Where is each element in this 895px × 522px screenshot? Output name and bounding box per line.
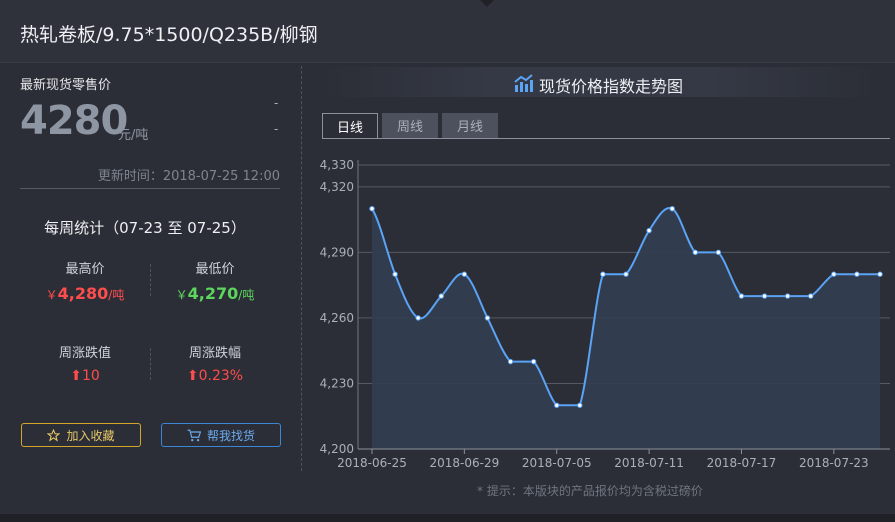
find-goods-button[interactable]: 帮我找货 [161, 423, 281, 447]
weekly-pct-value: ⬆0.23% [150, 368, 280, 384]
price-pct-placeholder: - [274, 122, 279, 136]
high-number: 4,280 [57, 284, 109, 303]
weekly-change-label: 周涨跌值 [58, 346, 111, 361]
data-point [461, 271, 468, 277]
weekly-high-value: ￥4,280/吨 [20, 284, 150, 303]
chart-title-text: 现货价格指数走势图 [539, 77, 684, 96]
add-favorite-label: 加入收藏 [66, 428, 115, 443]
bottom-bar [0, 514, 895, 522]
y-tick-label: 4,200 [320, 442, 354, 456]
header-notch [480, 0, 494, 7]
tab-daily[interactable]: 日线 [322, 113, 378, 138]
data-point [415, 315, 421, 321]
weekly-low-label: 最低价 [195, 262, 235, 277]
page-title: 热轧卷板/9.75*1500/Q235B/柳钢 [20, 24, 318, 46]
star-icon [47, 428, 61, 442]
retail-price-label: 最新现货零售价 [20, 78, 112, 93]
data-point [554, 402, 560, 409]
arrow-up-icon: ⬆ [70, 368, 82, 384]
data-point [831, 271, 837, 277]
data-point [738, 293, 745, 299]
y-tick-label: 4,260 [320, 311, 354, 325]
data-point [577, 402, 583, 409]
arrow-up-icon: ⬆ [186, 368, 199, 384]
header-bar: 热轧卷板/9.75*1500/Q235B/柳钢 [0, 0, 895, 63]
data-point [761, 293, 768, 299]
high-unit: /吨 [108, 288, 125, 302]
trend-chart-icon [514, 74, 533, 92]
panel-divider [20, 188, 280, 189]
data-point [484, 315, 491, 321]
tab-underline [322, 138, 890, 139]
data-point [669, 205, 675, 212]
tab-weekly[interactable]: 周线 [382, 113, 438, 138]
price-trend-chart: 4,200 4,230 4,260 4,290 4,320 4,330 2018-06-25… [320, 158, 890, 470]
x-tick-label: 2018-06-25 [337, 456, 407, 470]
chart-title: 现货价格指数走势图 [514, 73, 684, 97]
data-point [623, 271, 629, 277]
weekly-stats-title: 每周统计（07-23 至 07-25） [44, 219, 246, 237]
x-tick-label: 2018-06-29 [429, 456, 499, 470]
price-note: * 提示：本版块的产品报价均为含税过磅价 [477, 484, 703, 498]
data-point [784, 293, 791, 299]
low-unit: /吨 [238, 288, 255, 302]
retail-price-unit: 元/吨 [118, 128, 149, 143]
retail-price-value: 4280 [20, 98, 128, 144]
update-time: 更新时间：2018-07-25 12:00 [97, 169, 280, 184]
weekly-high-label: 最高价 [65, 262, 105, 277]
data-point [646, 227, 652, 234]
x-tick-label: 2018-07-23 [799, 456, 869, 470]
data-point [369, 205, 375, 212]
price-panel: 最新现货零售价 4280 元/吨 - - 更新时间：2018-07-25 12:… [0, 62, 300, 522]
find-goods-label: 帮我找货 [206, 428, 255, 443]
data-point [854, 271, 860, 277]
data-point [392, 271, 398, 277]
weekly-low-value: ￥4,270/吨 [150, 284, 280, 303]
tab-monthly[interactable]: 月线 [442, 113, 498, 138]
weekly-pct-label: 周涨跌幅 [188, 346, 241, 361]
data-point [600, 271, 606, 277]
low-currency: ￥ [175, 288, 188, 302]
x-tick-label: 2018-07-17 [707, 456, 777, 470]
y-tick-label: 4,330 [320, 158, 354, 172]
data-point [692, 249, 698, 256]
data-point [877, 271, 883, 277]
y-tick-label: 4,230 [320, 376, 354, 390]
data-point [808, 293, 814, 299]
data-point [507, 358, 514, 365]
low-number: 4,270 [187, 284, 239, 303]
data-point [530, 358, 537, 365]
weekly-change-value: ⬆10 [20, 368, 150, 384]
cart-icon [187, 429, 201, 441]
area-fill [372, 208, 880, 449]
x-tick-label: 2018-07-11 [614, 456, 684, 470]
change-number: 10 [81, 368, 100, 384]
y-tick-label: 4,290 [320, 245, 354, 259]
x-tick-label: 2018-07-05 [522, 456, 592, 470]
data-point [438, 293, 444, 299]
pct-number: 0.23% [198, 368, 244, 384]
price-change-placeholder: - [274, 96, 279, 110]
high-currency: ￥ [45, 288, 58, 302]
add-favorite-button[interactable]: 加入收藏 [21, 423, 141, 447]
data-point [715, 249, 722, 256]
y-tick-label: 4,320 [320, 180, 354, 194]
